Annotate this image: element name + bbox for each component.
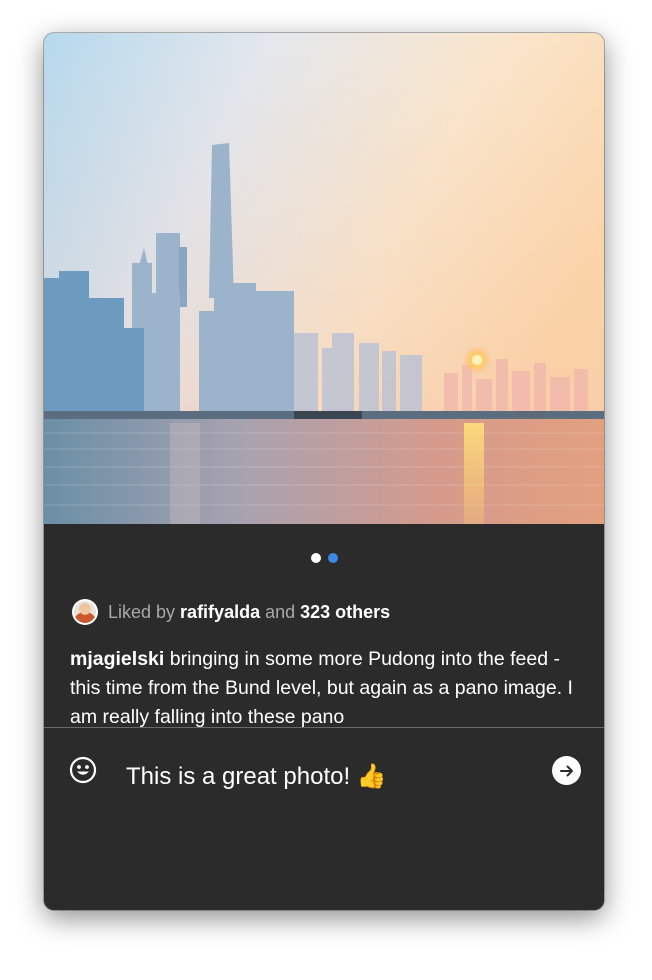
caption-container: mjagielski bringing in some more Pudong … bbox=[70, 645, 580, 727]
likes-prefix: Liked by bbox=[108, 601, 176, 622]
comment-input[interactable] bbox=[126, 751, 526, 801]
liker-avatar[interactable] bbox=[72, 599, 98, 625]
carousel-indicator bbox=[44, 553, 604, 565]
carousel-dot-2[interactable] bbox=[327, 553, 338, 563]
likes-summary: Liked by rafifyalda and 323 others bbox=[72, 597, 390, 627]
smiley-icon[interactable] bbox=[68, 755, 98, 785]
carousel-dot-1[interactable] bbox=[310, 553, 321, 563]
post-caption: mjagielski bringing in some more Pudong … bbox=[70, 645, 580, 727]
likes-others-count[interactable]: 323 others bbox=[300, 602, 390, 623]
arrow-right-circle-icon[interactable] bbox=[552, 756, 581, 785]
liker-username[interactable]: rafifyalda bbox=[180, 602, 260, 623]
post-window: Liked by rafifyalda and 323 others mjagi… bbox=[44, 33, 604, 910]
likes-connector: and bbox=[265, 601, 296, 622]
post-photo[interactable] bbox=[44, 33, 604, 524]
caption-username[interactable]: mjagielski bbox=[70, 648, 164, 670]
composer-divider bbox=[44, 727, 604, 728]
